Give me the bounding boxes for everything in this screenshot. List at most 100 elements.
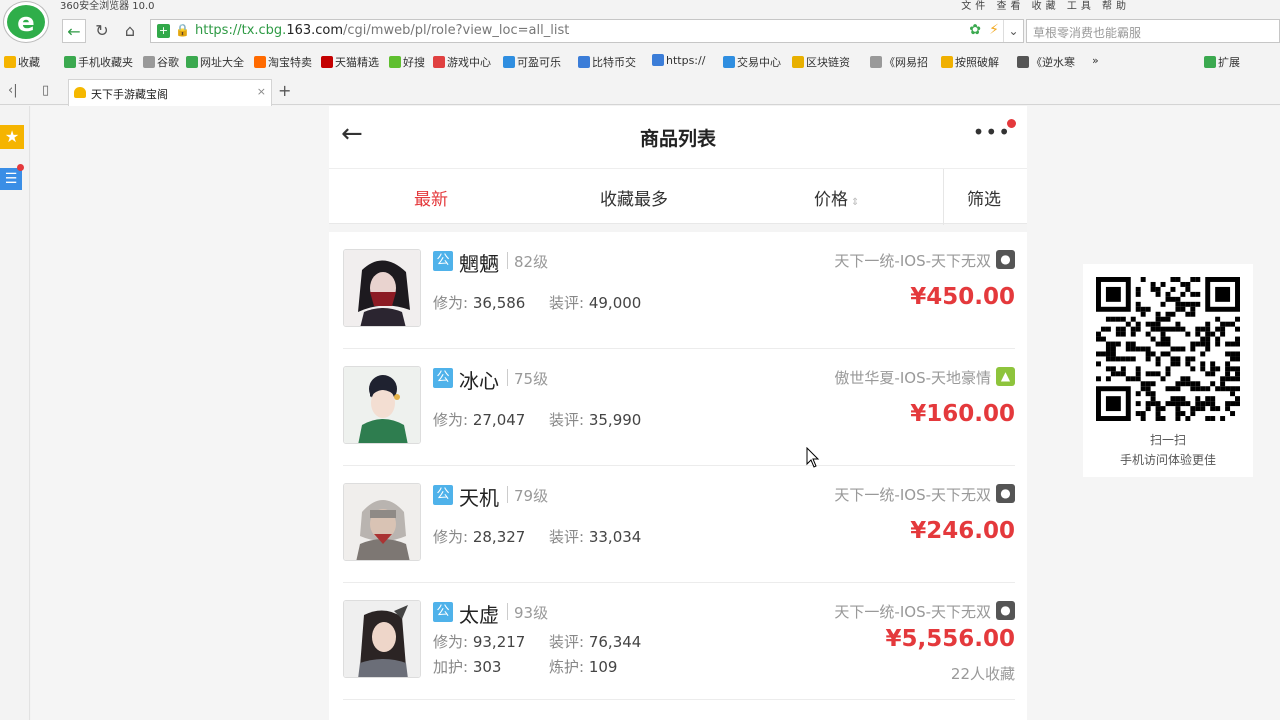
jiahu-stat: 加护: 303 bbox=[433, 658, 502, 676]
bookmark-item[interactable]: 手机收藏夹 bbox=[64, 54, 133, 70]
qr-caption-scan: 扫一扫 bbox=[1149, 433, 1186, 447]
app-title: 360安全浏览器 10.0 bbox=[60, 1, 155, 12]
more-menu-icon[interactable]: ••• bbox=[973, 120, 1011, 144]
lianhu-stat: 炼护: 109 bbox=[549, 658, 618, 676]
taobao-icon bbox=[254, 56, 266, 68]
price: ¥5,556.00 bbox=[885, 626, 1016, 652]
sort-most-favorited-tab[interactable]: 收藏最多 bbox=[600, 185, 668, 210]
tab-tianxia-cbg[interactable]: 天下手游藏宝阁 × bbox=[68, 79, 272, 106]
bookmark-item[interactable]: 好搜 bbox=[389, 54, 425, 70]
zhuangping-stat: 装评: 76,344 bbox=[549, 633, 642, 651]
tab-close-icon[interactable]: × bbox=[257, 85, 266, 98]
bookmark-item[interactable]: 比特币交 bbox=[578, 54, 636, 70]
bookmark-label: 谷歌 bbox=[157, 56, 179, 69]
role-name: 天机 bbox=[459, 486, 499, 510]
bookmark-label: 可盈可乐 bbox=[517, 56, 561, 69]
public-badge: 公 bbox=[433, 368, 453, 388]
bookmark-item[interactable]: 游戏中心 bbox=[433, 54, 491, 70]
bookmark-item[interactable]: 《逆水寒 bbox=[1017, 54, 1075, 70]
price: ¥450.00 bbox=[910, 284, 1015, 310]
lock-icon: 🔒 bbox=[175, 23, 190, 37]
compat-mode-icon[interactable]: ✿ bbox=[969, 22, 981, 38]
list-item[interactable]: 公太虚 93级 修为: 93,217 装评: 76,344 加护: 303 炼护: 109… bbox=[343, 583, 1015, 700]
bookmark-item[interactable]: 按照破解 bbox=[941, 54, 999, 70]
new-tab-button[interactable]: + bbox=[278, 81, 291, 100]
coin-icon bbox=[503, 56, 515, 68]
price: ¥160.00 bbox=[910, 401, 1015, 427]
role-level: 75级 bbox=[514, 370, 549, 388]
sort-arrows-icon: ⇕ bbox=[851, 197, 860, 208]
trade-icon bbox=[723, 56, 735, 68]
address-dropdown-icon[interactable]: ⌄ bbox=[1003, 20, 1023, 42]
xiuwei-stat: 修为: 28,327 bbox=[433, 528, 526, 546]
bookmark-label: 收藏 bbox=[18, 56, 40, 69]
list-item[interactable]: 公魍魉 82级 修为: 36,586 装评: 49,000 天下一统-IOS-天下无双 ●… bbox=[343, 232, 1015, 349]
list-item[interactable]: 公冰心 75级 修为: 27,047 装评: 35,990 傲世华夏-IOS-天地豪情 ▲… bbox=[343, 349, 1015, 466]
sidebar-favorites-icon[interactable]: ★ bbox=[0, 125, 24, 149]
address-bar[interactable]: + 🔒 https://tx.cbg.163.com/cgi/mweb/pl/r… bbox=[150, 19, 1024, 43]
back-button[interactable]: ← bbox=[62, 19, 86, 43]
sort-price-tab[interactable]: 价格 ⇕ bbox=[814, 185, 859, 210]
server-name: 天下一统-IOS-天下无双 bbox=[834, 252, 991, 270]
bookmark-item[interactable]: 可盈可乐 bbox=[503, 54, 561, 70]
bookmark-label: 网址大全 bbox=[200, 56, 244, 69]
bookmark-label: 区块链资 bbox=[806, 56, 850, 69]
xiuwei-stat: 修为: 27,047 bbox=[433, 411, 526, 429]
search-input[interactable]: 草根零消费也能霸服 bbox=[1026, 19, 1280, 43]
game-icon bbox=[433, 56, 445, 68]
bookmark-label: 《网易招 bbox=[884, 56, 928, 69]
home-button[interactable]: ⌂ bbox=[118, 19, 142, 43]
notification-dot bbox=[1007, 119, 1016, 128]
sort-newest-tab[interactable]: 最新 bbox=[414, 185, 448, 210]
public-badge: 公 bbox=[433, 485, 453, 505]
xiuwei-stat: 修为: 93,217 bbox=[433, 633, 526, 651]
bookmarks-more-button[interactable]: » bbox=[1092, 54, 1099, 67]
url-text[interactable]: https://tx.cbg.163.com/cgi/mweb/pl/role?… bbox=[195, 23, 569, 38]
security-shield-icon: + bbox=[157, 24, 170, 38]
role-level: 93级 bbox=[514, 604, 549, 622]
bookmark-label: 天猫精选 bbox=[335, 56, 379, 69]
bookmark-item[interactable]: 天猫精选 bbox=[321, 54, 379, 70]
list-item[interactable]: 公天机 79级 修为: 28,327 装评: 33,034 天下一统-IOS-天下无双 ●… bbox=[343, 466, 1015, 583]
filter-button[interactable]: 筛选 bbox=[967, 185, 1001, 210]
xiuwei-stat: 修为: 36,586 bbox=[433, 294, 526, 312]
browser-logo[interactable]: e bbox=[4, 2, 48, 42]
zhuangping-stat: 装评: 49,000 bbox=[549, 294, 642, 312]
extensions-button[interactable]: 扩展 bbox=[1204, 54, 1240, 70]
bookmark-item[interactable]: 《网易招 bbox=[870, 54, 928, 70]
role-name: 冰心 bbox=[459, 369, 499, 393]
divider bbox=[507, 486, 508, 503]
navigation-bar: ← ↻ ⌂ + 🔒 https://tx.cbg.163.com/cgi/mwe… bbox=[60, 19, 1280, 45]
bookmark-item[interactable]: 网址大全 bbox=[186, 54, 244, 70]
bookmark-item[interactable]: 收藏 bbox=[4, 54, 40, 70]
bookmark-item[interactable]: 区块链资 bbox=[792, 54, 850, 70]
qr-caption-mobile: 手机访问体验更佳 bbox=[1119, 453, 1216, 467]
browser-sidebar: ★ ☰ bbox=[0, 106, 30, 720]
public-badge: 公 bbox=[433, 602, 453, 622]
apple-icon: ● bbox=[996, 250, 1015, 269]
tab-title: 天下手游藏宝阁 bbox=[91, 88, 168, 101]
window-menu[interactable]: 文件 查看 收藏 工具 帮助 bbox=[961, 0, 1130, 12]
tmall-icon bbox=[321, 56, 333, 68]
figure-icon bbox=[1017, 56, 1029, 68]
bookmark-item[interactable]: 交易中心 bbox=[723, 54, 781, 70]
sidebar-list-icon[interactable]: ☰ bbox=[0, 168, 22, 190]
sidebar-toggle-icon[interactable]: ‹| bbox=[8, 83, 18, 98]
tab-bar: ‹| ▯ 天下手游藏宝阁 × + bbox=[0, 78, 1280, 106]
role-name: 魍魉 bbox=[459, 252, 499, 276]
notification-dot bbox=[17, 164, 24, 171]
role-avatar bbox=[343, 249, 421, 327]
bookmark-item[interactable]: 谷歌 bbox=[143, 54, 179, 70]
bookmark-item[interactable]: https:// bbox=[652, 54, 705, 67]
role-level: 79级 bbox=[514, 487, 549, 505]
tab-list-icon[interactable]: ▯ bbox=[42, 83, 49, 98]
mobile-page: ← 商品列表 ••• 最新 收藏最多 价格 ⇕ 筛选 公魍魉 82级 修为: 36,5… bbox=[329, 106, 1027, 720]
android-icon: ▲ bbox=[996, 367, 1015, 386]
hand-icon bbox=[941, 56, 953, 68]
page-icon bbox=[870, 56, 882, 68]
speed-mode-icon[interactable]: ⚡ bbox=[989, 22, 999, 38]
role-avatar bbox=[343, 366, 421, 444]
reload-button[interactable]: ↻ bbox=[90, 19, 114, 43]
divider bbox=[507, 252, 508, 269]
bookmark-item[interactable]: 淘宝特卖 bbox=[254, 54, 312, 70]
